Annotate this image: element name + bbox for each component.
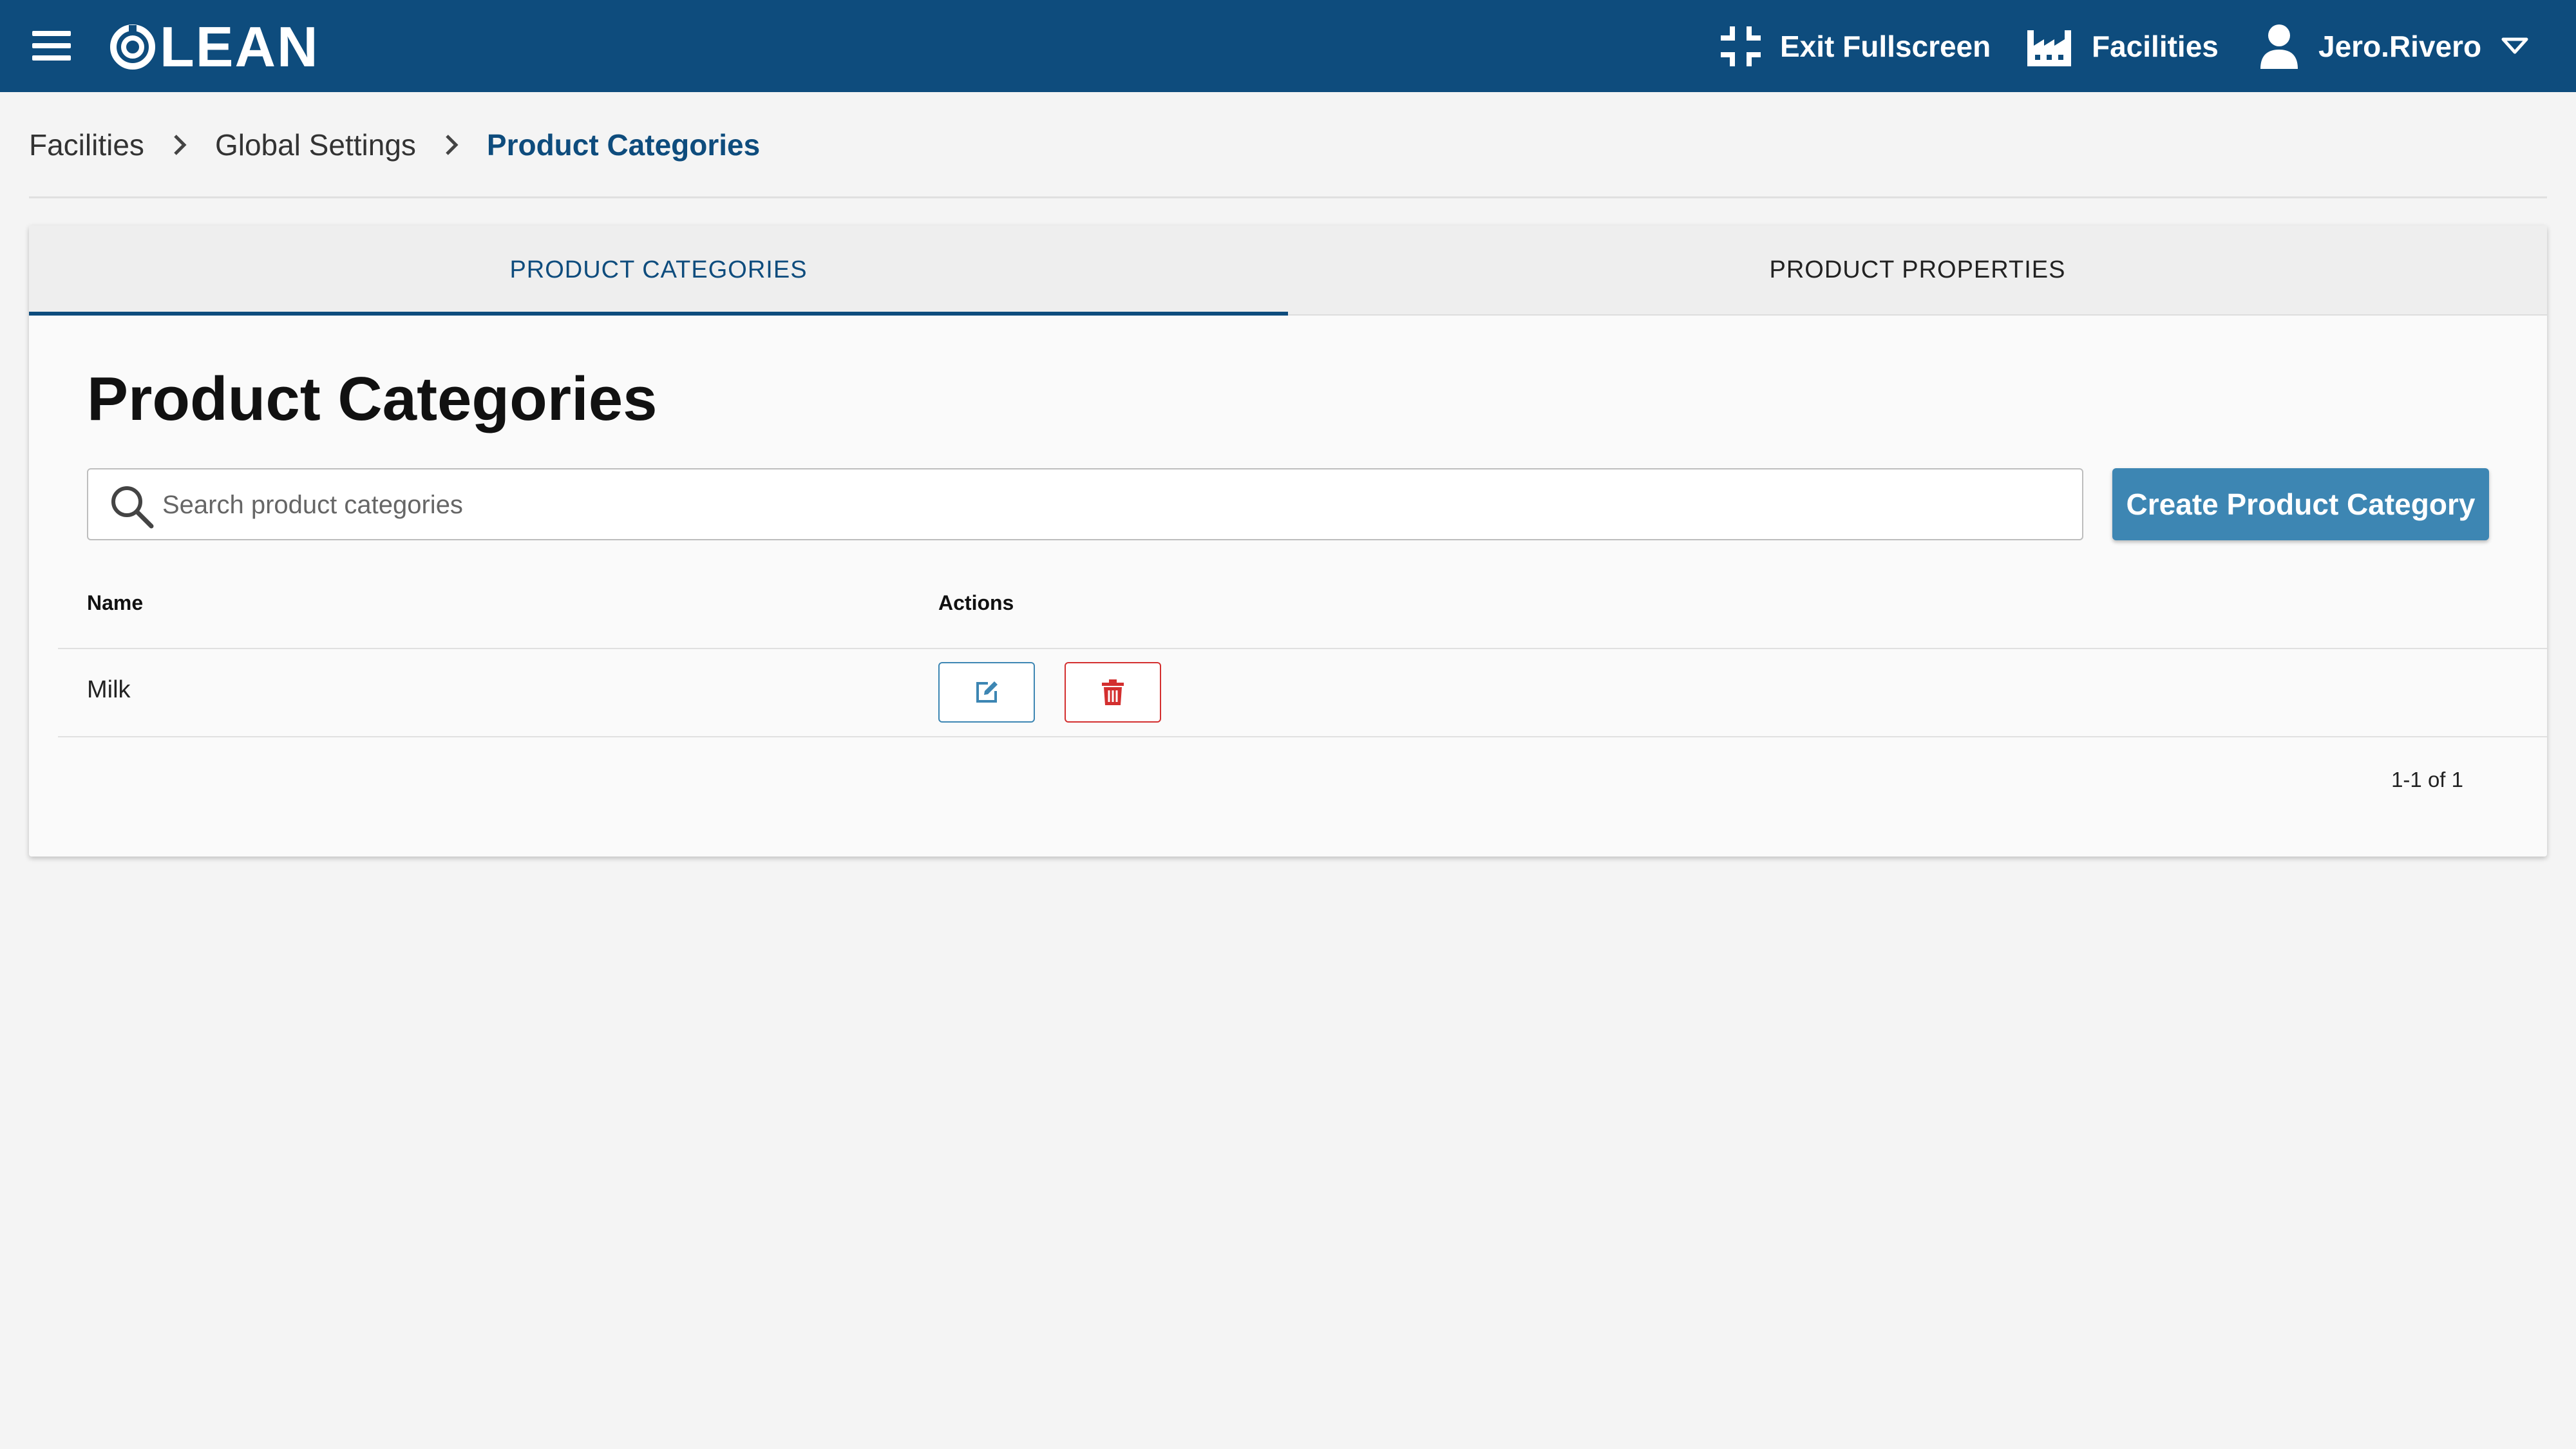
- chevron-right-icon: [173, 133, 187, 156]
- tab-bar: PRODUCT CATEGORIES PRODUCT PROPERTIES: [29, 225, 2547, 316]
- breadcrumb-product-categories: Product Categories: [486, 128, 761, 162]
- table-row-divider: [58, 736, 2547, 737]
- content-card: PRODUCT CATEGORIES PRODUCT PROPERTIES Pr…: [29, 225, 2547, 857]
- page-title: Product Categories: [87, 365, 658, 433]
- chevron-down-icon: [2501, 37, 2528, 53]
- factory-icon: [2027, 30, 2071, 66]
- create-product-category-button[interactable]: Create Product Category: [2112, 468, 2489, 540]
- search-box: [87, 468, 2083, 540]
- pagination-info: 1-1 of 1: [2391, 768, 2463, 791]
- trash-icon: [1102, 679, 1124, 705]
- column-header-name: Name: [87, 591, 144, 614]
- column-header-actions: Actions: [938, 591, 1014, 614]
- chevron-right-icon: [444, 133, 459, 156]
- exit-fullscreen-label: Exit Fullscreen: [1780, 29, 1991, 63]
- user-icon: [2260, 24, 2298, 69]
- delete-button[interactable]: [1065, 662, 1161, 723]
- search-icon: [111, 486, 154, 529]
- breadcrumb-facilities[interactable]: Facilities: [29, 128, 144, 162]
- user-menu-button[interactable]: Jero.Rivero: [2259, 0, 2529, 92]
- breadcrumb-divider: [29, 196, 2547, 198]
- tab-product-categories[interactable]: PRODUCT CATEGORIES: [29, 225, 1288, 316]
- tab-product-properties[interactable]: PRODUCT PROPERTIES: [1288, 225, 2547, 314]
- breadcrumb-global-settings[interactable]: Global Settings: [215, 128, 416, 162]
- edit-icon: [976, 681, 998, 703]
- search-input[interactable]: [162, 482, 2062, 527]
- app-logo[interactable]: LEAN: [109, 18, 319, 76]
- compress-icon: [1721, 26, 1761, 66]
- row-name-cell: Milk: [87, 676, 131, 703]
- hamburger-menu-icon[interactable]: [32, 31, 71, 61]
- breadcrumb: Facilities Global Settings Product Categ…: [29, 122, 760, 167]
- brand-name: LEAN: [160, 15, 319, 79]
- facilities-label: Facilities: [2092, 29, 2219, 63]
- facilities-nav-button[interactable]: Facilities: [2027, 0, 2219, 92]
- table-header-divider: [58, 648, 2547, 649]
- logo-mark-icon: [110, 24, 155, 70]
- exit-fullscreen-button[interactable]: Exit Fullscreen: [1721, 0, 1991, 92]
- user-name: Jero.Rivero: [2318, 29, 2482, 63]
- edit-button[interactable]: [938, 662, 1035, 723]
- app-bar: LEAN Exit Fullscreen Facilities Jero.Riv…: [0, 0, 2576, 92]
